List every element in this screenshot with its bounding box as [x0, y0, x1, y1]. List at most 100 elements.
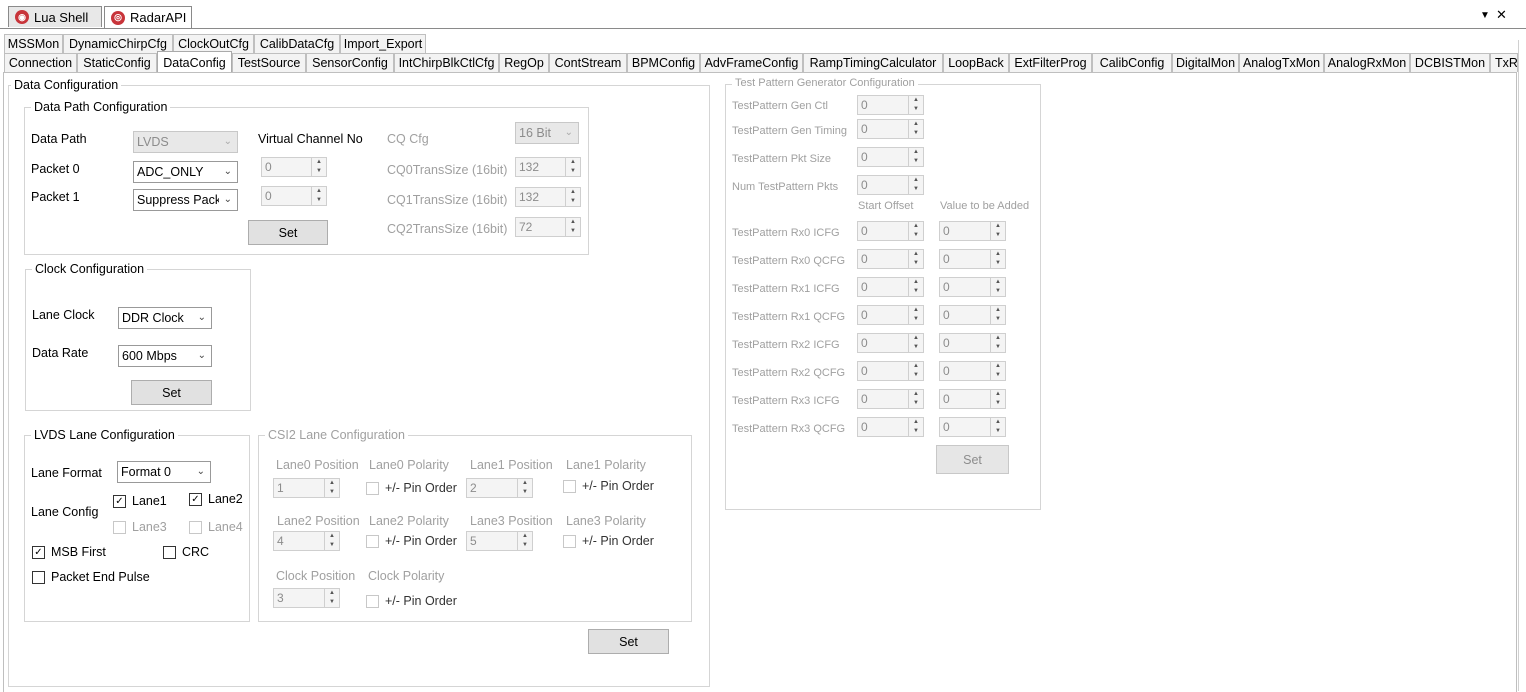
tp-value-added-stepper[interactable]: 0 ▲ ▼ [939, 277, 1006, 297]
up-arrow-icon[interactable]: ▲ [909, 306, 923, 315]
down-arrow-icon[interactable]: ▼ [909, 427, 923, 436]
tab-analogtxmon[interactable]: AnalogTxMon [1239, 53, 1324, 72]
down-arrow-icon[interactable]: ▼ [991, 399, 1005, 408]
tab-mssmon[interactable]: MSSMon [4, 34, 63, 53]
close-icon[interactable]: ✕ [1496, 7, 1507, 23]
up-arrow-icon[interactable]: ▲ [518, 532, 532, 541]
tp-value-added-stepper[interactable]: 0 ▲ ▼ [939, 333, 1006, 353]
tp-start-offset-stepper[interactable]: 0 ▲ ▼ [857, 221, 924, 241]
tab-digitalmon[interactable]: DigitalMon [1172, 53, 1239, 72]
up-arrow-icon[interactable]: ▲ [909, 278, 923, 287]
lane1-checkbox[interactable]: ✓ Lane1 [113, 494, 167, 508]
doc-tab-radarapi[interactable]: ◎ RadarAPI [104, 6, 192, 28]
up-arrow-icon[interactable]: ▲ [325, 589, 339, 598]
up-arrow-icon[interactable]: ▲ [325, 532, 339, 541]
up-arrow-icon[interactable]: ▲ [909, 176, 923, 185]
up-arrow-icon[interactable]: ▲ [566, 188, 580, 197]
tab-testsource[interactable]: TestSource [232, 53, 306, 72]
clock-set-button[interactable]: Set [131, 380, 212, 405]
down-arrow-icon[interactable]: ▼ [991, 427, 1005, 436]
lane1-pin-order-checkbox[interactable]: +/- Pin Order [563, 479, 654, 493]
down-arrow-icon[interactable]: ▼ [518, 541, 532, 550]
down-arrow-icon[interactable]: ▼ [325, 598, 339, 607]
down-arrow-icon[interactable]: ▼ [909, 157, 923, 166]
cq1-transsize-stepper[interactable]: 132 ▲ ▼ [515, 187, 581, 207]
up-arrow-icon[interactable]: ▲ [312, 158, 326, 167]
up-arrow-icon[interactable]: ▲ [312, 187, 326, 196]
lane0-pin-order-checkbox[interactable]: +/- Pin Order [366, 481, 457, 495]
down-arrow-icon[interactable]: ▼ [325, 541, 339, 550]
down-arrow-icon[interactable]: ▼ [909, 287, 923, 296]
down-arrow-icon[interactable]: ▼ [909, 231, 923, 240]
lane3-pin-order-checkbox[interactable]: +/- Pin Order [563, 534, 654, 548]
down-arrow-icon[interactable]: ▼ [991, 315, 1005, 324]
tab-intchirpblkctlcfg[interactable]: IntChirpBlkCtlCfg [394, 53, 499, 72]
cq0-transsize-stepper[interactable]: 132 ▲ ▼ [515, 157, 581, 177]
down-arrow-icon[interactable]: ▼ [991, 231, 1005, 240]
down-arrow-icon[interactable]: ▼ [909, 343, 923, 352]
tab-calibconfig[interactable]: CalibConfig [1092, 53, 1172, 72]
down-arrow-icon[interactable]: ▼ [566, 167, 580, 176]
lane0-position-stepper[interactable]: 1 ▲ ▼ [273, 478, 340, 498]
down-arrow-icon[interactable]: ▼ [312, 167, 326, 176]
pkt-size-stepper[interactable]: 0 ▲ ▼ [857, 147, 924, 167]
tab-contstream[interactable]: ContStream [549, 53, 627, 72]
lane3-position-stepper[interactable]: 5 ▲ ▼ [466, 531, 533, 551]
tp-start-offset-stepper[interactable]: 0 ▲ ▼ [857, 249, 924, 269]
up-arrow-icon[interactable]: ▲ [518, 479, 532, 488]
tab-txr[interactable]: TxR [1490, 53, 1518, 72]
tab-connection[interactable]: Connection [4, 53, 77, 72]
lane2-checkbox[interactable]: ✓ Lane2 [189, 492, 243, 506]
tab-import-export[interactable]: Import_Export [340, 34, 426, 53]
tab-bpmconfig[interactable]: BPMConfig [627, 53, 700, 72]
tp-start-offset-stepper[interactable]: 0 ▲ ▼ [857, 305, 924, 325]
tp-value-added-stepper[interactable]: 0 ▲ ▼ [939, 305, 1006, 325]
down-arrow-icon[interactable]: ▼ [312, 196, 326, 205]
data-path-set-button[interactable]: Set [248, 220, 328, 245]
down-arrow-icon[interactable]: ▼ [566, 227, 580, 236]
up-arrow-icon[interactable]: ▲ [991, 334, 1005, 343]
cq2-transsize-stepper[interactable]: 72 ▲ ▼ [515, 217, 581, 237]
tp-start-offset-stepper[interactable]: 0 ▲ ▼ [857, 361, 924, 381]
up-arrow-icon[interactable]: ▲ [909, 250, 923, 259]
down-arrow-icon[interactable]: ▼ [325, 488, 339, 497]
lane3-checkbox[interactable]: Lane3 [113, 520, 167, 534]
down-arrow-icon[interactable]: ▼ [991, 259, 1005, 268]
right-scroll-edge[interactable] [1518, 40, 1526, 691]
up-arrow-icon[interactable]: ▲ [909, 222, 923, 231]
tab-staticconfig[interactable]: StaticConfig [77, 53, 157, 72]
down-arrow-icon[interactable]: ▼ [909, 259, 923, 268]
lane2-pin-order-checkbox[interactable]: +/- Pin Order [366, 534, 457, 548]
up-arrow-icon[interactable]: ▲ [991, 362, 1005, 371]
tab-dataconfig[interactable]: DataConfig [157, 51, 232, 73]
up-arrow-icon[interactable]: ▲ [566, 158, 580, 167]
packet0-select[interactable]: ADC_ONLY ⌄ [133, 161, 238, 183]
tp-start-offset-stepper[interactable]: 0 ▲ ▼ [857, 389, 924, 409]
tab-ramptimingcalculator[interactable]: RampTimingCalculator [803, 53, 943, 72]
up-arrow-icon[interactable]: ▲ [909, 96, 923, 105]
csi2-set-button[interactable]: Set [588, 629, 669, 654]
down-arrow-icon[interactable]: ▼ [909, 185, 923, 194]
down-arrow-icon[interactable]: ▼ [991, 343, 1005, 352]
up-arrow-icon[interactable]: ▲ [991, 222, 1005, 231]
tab-regop[interactable]: RegOp [499, 53, 549, 72]
data-rate-select[interactable]: 600 Mbps ⌄ [118, 345, 212, 367]
down-arrow-icon[interactable]: ▼ [566, 197, 580, 206]
clock-position-stepper[interactable]: 3 ▲ ▼ [273, 588, 340, 608]
down-arrow-icon[interactable]: ▼ [909, 315, 923, 324]
up-arrow-icon[interactable]: ▲ [909, 120, 923, 129]
tab-loopback[interactable]: LoopBack [943, 53, 1009, 72]
up-arrow-icon[interactable]: ▲ [991, 278, 1005, 287]
tab-extfilterprog[interactable]: ExtFilterProg [1009, 53, 1092, 72]
up-arrow-icon[interactable]: ▲ [991, 418, 1005, 427]
tp-value-added-stepper[interactable]: 0 ▲ ▼ [939, 361, 1006, 381]
tp-start-offset-stepper[interactable]: 0 ▲ ▼ [857, 417, 924, 437]
num-pkts-stepper[interactable]: 0 ▲ ▼ [857, 175, 924, 195]
up-arrow-icon[interactable]: ▲ [909, 390, 923, 399]
lane4-checkbox[interactable]: Lane4 [189, 520, 243, 534]
down-arrow-icon[interactable]: ▼ [909, 129, 923, 138]
packet-end-pulse-checkbox[interactable]: Packet End Pulse [32, 570, 150, 584]
tp-value-added-stepper[interactable]: 0 ▲ ▼ [939, 221, 1006, 241]
lane1-position-stepper[interactable]: 2 ▲ ▼ [466, 478, 533, 498]
test-pattern-set-button[interactable]: Set [936, 445, 1009, 474]
